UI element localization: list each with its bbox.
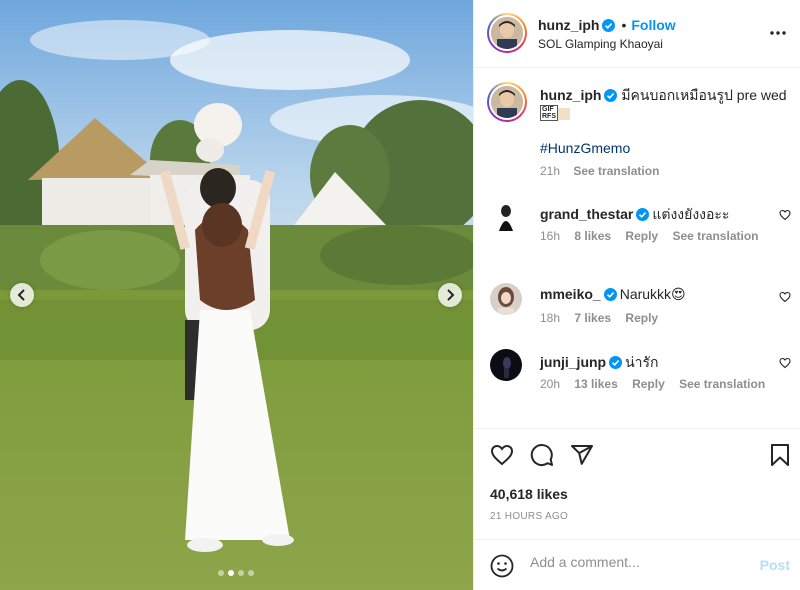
carousel-dot-active	[228, 570, 234, 576]
more-horizontal-icon	[770, 31, 786, 35]
commenter-avatar[interactable]	[490, 349, 522, 381]
heart-outline-icon	[779, 209, 791, 221]
verified-badge-icon	[609, 356, 623, 369]
caption-hashtag[interactable]: #HunzGmemo	[540, 140, 630, 156]
comment-see-translation[interactable]: See translation	[679, 377, 765, 391]
comment-like-button[interactable]	[779, 357, 791, 372]
comment-text: น่ารัก	[625, 354, 659, 370]
comment-meta: 18h 7 likes Reply	[540, 311, 669, 325]
post-comment-button[interactable]: Post	[760, 557, 790, 573]
heart-outline-icon	[779, 357, 791, 369]
carousel-dot	[238, 570, 244, 576]
post-header: hunz_iph • Follow SOL Glamping Khaoyai	[474, 0, 800, 68]
comment-username[interactable]: junji_junp	[540, 354, 606, 370]
gif-sticker-bottom: RFS	[542, 113, 556, 120]
caption-time[interactable]: 21h	[540, 164, 560, 178]
caption-author-avatar-image	[491, 86, 523, 118]
post-photo[interactable]	[0, 0, 473, 590]
skin-tone-swatch-icon	[558, 108, 570, 120]
comment-meta: 20h 13 likes Reply See translation	[540, 377, 776, 391]
comment-text: Narukkk😍	[619, 286, 686, 302]
like-button[interactable]	[490, 443, 514, 470]
post-actions: 40,618 likes 21 HOURS AGO	[474, 428, 800, 538]
likes-count[interactable]: 40,618 likes	[490, 486, 568, 502]
author-avatar[interactable]	[487, 13, 527, 53]
verified-badge-icon	[604, 89, 618, 102]
comment-bubble-icon	[530, 444, 553, 466]
comment-time[interactable]: 20h	[540, 377, 560, 391]
comment-text: แต่งงยังงอะะ	[652, 206, 730, 222]
comment-button[interactable]	[530, 443, 554, 470]
add-comment-bar: Post	[474, 539, 800, 590]
caption-author-username[interactable]: hunz_iph	[540, 87, 601, 103]
author-line: hunz_iph • Follow	[538, 17, 676, 33]
more-options-button[interactable]	[769, 24, 787, 45]
follow-button[interactable]: Follow	[631, 17, 675, 33]
comment-reply-button[interactable]: Reply	[625, 311, 658, 325]
post-location[interactable]: SOL Glamping Khaoyai	[538, 37, 663, 51]
gif-sticker-top: GIF	[542, 106, 554, 113]
verified-badge-icon	[602, 19, 616, 32]
comment-time[interactable]: 16h	[540, 229, 560, 243]
chevron-right-icon	[447, 289, 455, 301]
post-details-panel: hunz_iph • Follow SOL Glamping Khaoyai hun…	[473, 0, 800, 590]
commenter-avatar-image	[490, 201, 522, 233]
separator-bullet: •	[621, 17, 627, 33]
share-button[interactable]	[570, 443, 594, 470]
author-username[interactable]: hunz_iph	[538, 17, 599, 33]
emoji-button[interactable]	[490, 554, 514, 581]
comment-likes[interactable]: 13 likes	[574, 377, 617, 391]
post-timestamp[interactable]: 21 HOURS AGO	[490, 511, 568, 522]
comment-see-translation[interactable]: See translation	[672, 229, 758, 243]
comment-line: junji_junp น่ารัก	[540, 352, 659, 374]
commenter-avatar[interactable]	[490, 283, 522, 315]
photo-image	[0, 0, 473, 590]
caption-meta: 21h See translation	[540, 164, 669, 178]
comment-time[interactable]: 18h	[540, 311, 560, 325]
save-button[interactable]	[769, 443, 791, 470]
commenter-avatar-image	[490, 283, 522, 315]
comment-like-button[interactable]	[779, 209, 791, 224]
comment-reply-button[interactable]: Reply	[632, 377, 665, 391]
comment-username[interactable]: grand_thestar	[540, 206, 633, 222]
emoji-smiley-icon	[490, 554, 514, 578]
chevron-left-icon	[17, 289, 25, 301]
comment-item: mmeiko_ Narukkk😍 18h 7 likes Reply	[474, 283, 800, 333]
comment-item: grand_thestar แต่งงยังงอะะ 16h 8 likes Re…	[474, 201, 800, 251]
comment-item: junji_junp น่ารัก 20h 13 likes Reply See …	[474, 349, 800, 399]
commenter-avatar[interactable]	[490, 201, 522, 233]
comment-reply-button[interactable]: Reply	[625, 229, 658, 243]
previous-slide-button[interactable]	[10, 283, 34, 307]
bookmark-icon	[771, 444, 789, 466]
next-slide-button[interactable]	[438, 283, 462, 307]
caption-author-avatar[interactable]	[487, 82, 527, 122]
heart-outline-icon	[779, 291, 791, 303]
commenter-avatar-image	[490, 349, 522, 381]
carousel-dot	[218, 570, 224, 576]
comment-line: grand_thestar แต่งงยังงอะะ	[540, 204, 729, 226]
verified-badge-icon	[636, 208, 650, 221]
caption-see-translation[interactable]: See translation	[573, 164, 659, 178]
comment-likes[interactable]: 8 likes	[574, 229, 611, 243]
comment-input[interactable]	[530, 554, 730, 570]
comment-likes[interactable]: 7 likes	[574, 311, 611, 325]
carousel-indicator	[218, 570, 254, 576]
author-avatar-image	[491, 17, 523, 49]
caption-text: มีคนบอกเหมือนรูป pre wed	[621, 87, 787, 103]
gif-sticker: GIF RFS	[540, 105, 558, 121]
heart-icon	[490, 444, 514, 466]
verified-badge-icon	[603, 288, 617, 301]
comment-like-button[interactable]	[779, 291, 791, 306]
comment-username[interactable]: mmeiko_	[540, 286, 601, 302]
paper-plane-icon	[571, 445, 593, 465]
comment-meta: 16h 8 likes Reply See translation	[540, 229, 769, 243]
comment-line: mmeiko_ Narukkk😍	[540, 286, 686, 303]
carousel-dot	[248, 570, 254, 576]
caption-text-block: hunz_iph มีคนบอกเหมือนรูป pre wed GIF RFS	[540, 86, 790, 124]
